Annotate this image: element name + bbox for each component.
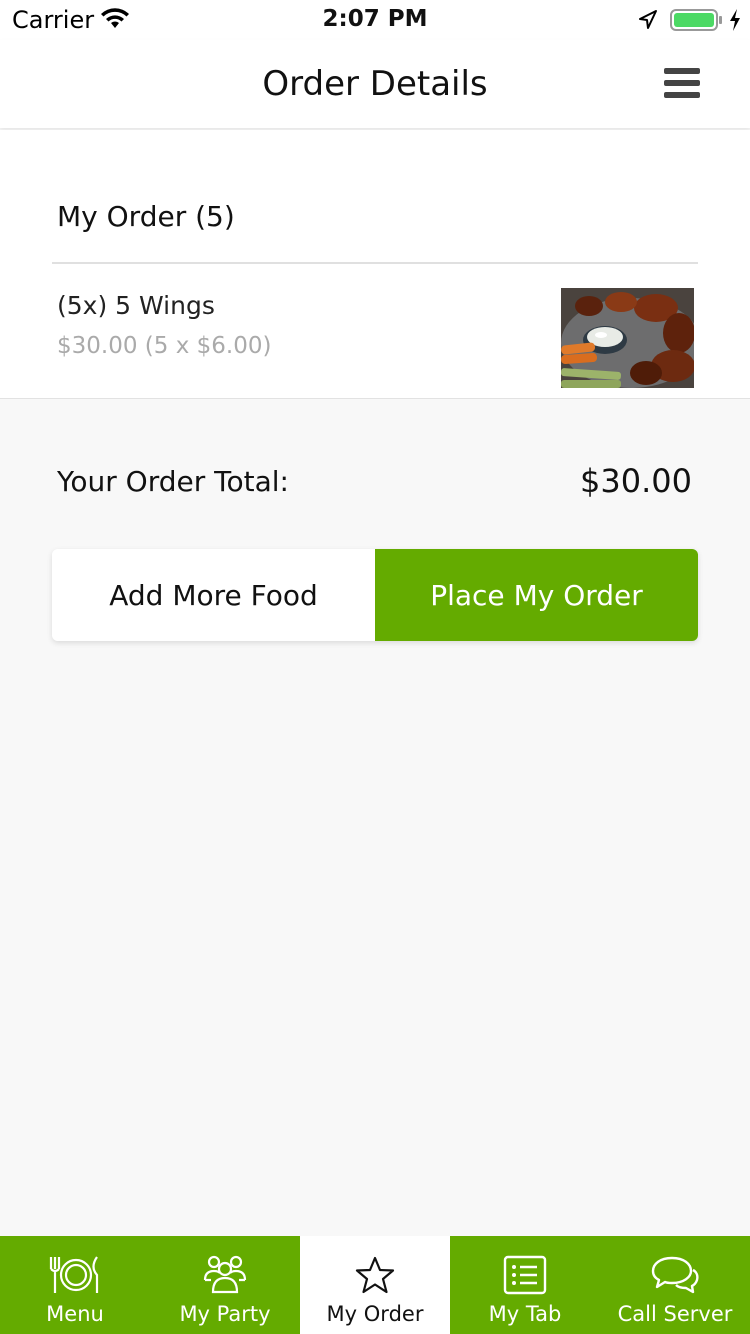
tab-label: Menu	[46, 1302, 104, 1326]
tab-label: Call Server	[617, 1302, 733, 1326]
list-icon	[503, 1254, 547, 1296]
tab-my-party[interactable]: My Party	[150, 1236, 300, 1334]
charging-bolt-icon	[730, 9, 740, 31]
order-total-value: $30.00	[580, 462, 692, 500]
tab-bar: Menu My Party My Order My Tab Call Serve…	[0, 1236, 750, 1334]
order-total-label: Your Order Total:	[57, 465, 289, 498]
tab-label: My Tab	[488, 1302, 562, 1326]
tab-my-tab[interactable]: My Tab	[450, 1236, 600, 1334]
tab-call-server[interactable]: Call Server	[600, 1236, 750, 1334]
location-arrow-icon	[639, 10, 657, 29]
order-actions: Add More Food Place My Order	[52, 549, 698, 641]
nav-bar: Order Details	[0, 40, 750, 128]
order-card: My Order (5) (5x) 5 Wings $30.00 (5 x $6…	[0, 130, 750, 399]
page-title: Order Details	[262, 64, 488, 104]
hamburger-menu-icon[interactable]	[664, 68, 700, 100]
place-order-button[interactable]: Place My Order	[375, 549, 698, 641]
wings-photo[interactable]	[561, 288, 694, 388]
divider	[52, 262, 698, 264]
order-item-price: $30.00 (5 x $6.00)	[57, 333, 272, 359]
battery-icon	[670, 9, 722, 31]
tab-my-order[interactable]: My Order	[300, 1236, 450, 1334]
tab-label: My Party	[179, 1302, 271, 1326]
chat-bubbles-icon	[650, 1254, 700, 1296]
utensils-plate-icon	[48, 1254, 102, 1296]
add-more-food-button[interactable]: Add More Food	[52, 549, 375, 641]
group-icon	[202, 1254, 248, 1296]
order-heading: My Order (5)	[57, 200, 235, 233]
status-bar: Carrier 2:07 PM	[0, 0, 750, 40]
tab-menu[interactable]: Menu	[0, 1236, 150, 1334]
star-icon	[355, 1254, 395, 1296]
order-item-name[interactable]: (5x) 5 Wings	[57, 291, 215, 320]
tab-label: My Order	[326, 1302, 424, 1326]
